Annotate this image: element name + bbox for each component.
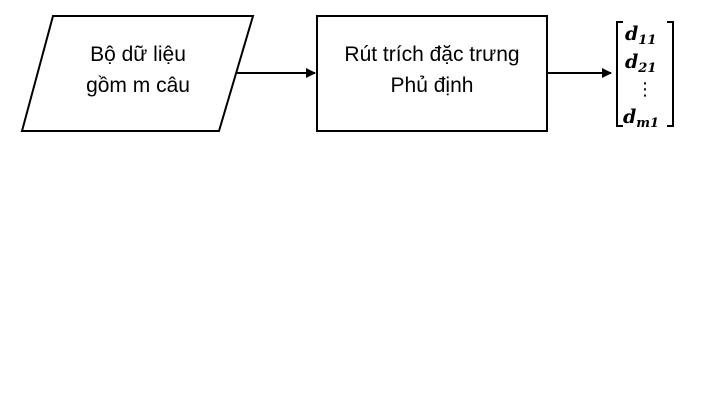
feature-extraction-node: Rút trích đặc trưng Phủ định xyxy=(316,15,548,132)
vector-right-bracket xyxy=(667,21,674,127)
input-data-node: Bộ dữ liệu gồm m câu xyxy=(20,15,255,132)
output-vector: d11 d21 ⋮ dm1 xyxy=(616,21,674,131)
vector-entry-d21: d21 xyxy=(625,51,656,76)
process-node-line1: Rút trích đặc trưng xyxy=(344,43,519,66)
input-node-line2: gồm m câu xyxy=(86,74,190,97)
process-node-line2: Phủ định xyxy=(391,74,474,97)
vector-entry-dm1: dm1 xyxy=(623,106,659,131)
vector-entry-d11: d11 xyxy=(625,23,656,48)
vector-vertical-ellipsis: ⋮ xyxy=(636,79,654,100)
input-node-line1: Bộ dữ liệu xyxy=(90,43,186,66)
flowchart: Bộ dữ liệu gồm m câu Rút trích đặc trưng… xyxy=(20,15,674,132)
